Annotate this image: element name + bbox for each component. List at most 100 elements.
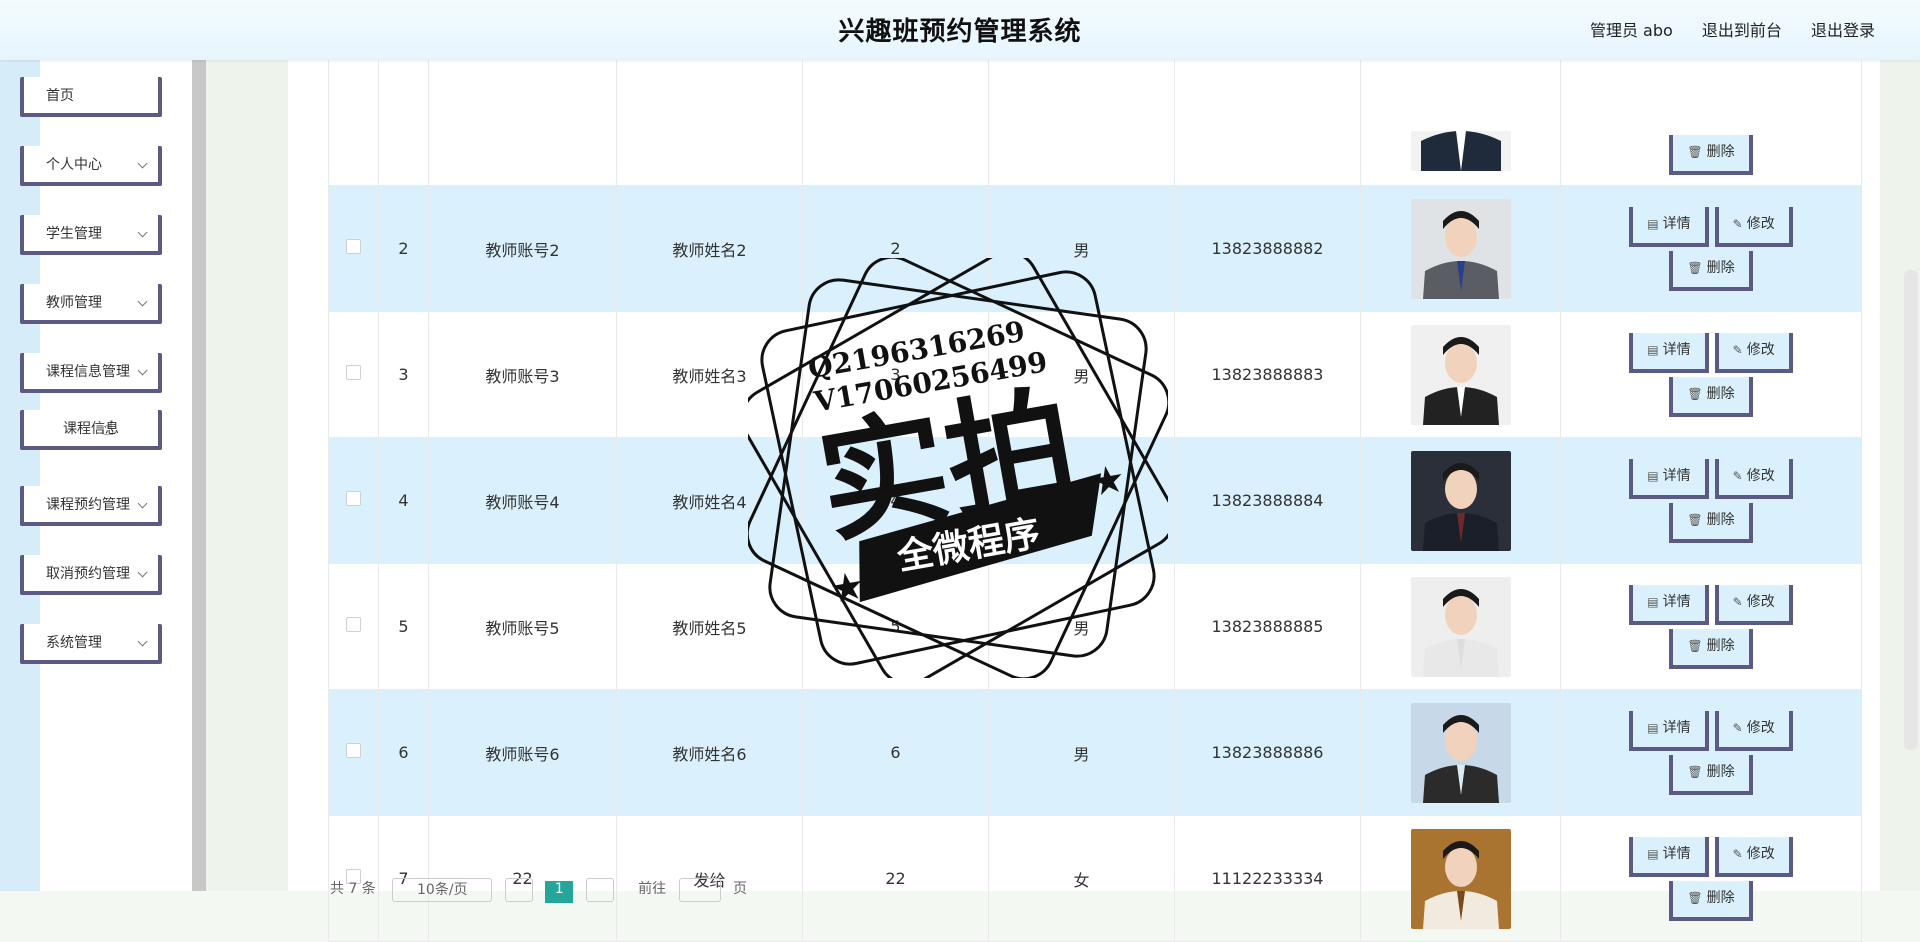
- row-checkbox[interactable]: [346, 365, 361, 380]
- sidebar-item-student-management[interactable]: 学生管理: [20, 215, 162, 255]
- header-links: 管理员 abo 退出到前台 退出登录: [1566, 0, 1875, 60]
- delete-button[interactable]: 🗑 删除: [1669, 135, 1753, 175]
- edit-button[interactable]: ✎ 修改: [1714, 332, 1793, 373]
- name-cell: 教师姓名4: [616, 437, 803, 564]
- detail-label: 详情: [1662, 467, 1691, 484]
- photo-cell: [1360, 311, 1561, 438]
- sidebar-item-system-management[interactable]: 系统管理: [20, 624, 162, 664]
- phone-cell: 13823888883: [1174, 311, 1361, 438]
- edit-button[interactable]: ✎ 修改: [1714, 710, 1793, 751]
- logout-link[interactable]: 退出登录: [1811, 21, 1875, 40]
- sidebar-item-course-booking-management[interactable]: 课程预约管理: [20, 486, 162, 526]
- page-1-button[interactable]: 1: [545, 881, 574, 903]
- teacher-photo: [1410, 198, 1511, 299]
- row-select-cell: [328, 185, 379, 312]
- row-select-cell: [328, 689, 379, 816]
- edit-label: 修改: [1746, 593, 1775, 610]
- chevron-down-icon: [137, 365, 148, 376]
- teacher-photo: [1410, 576, 1511, 677]
- trash-icon: 🗑: [1687, 260, 1703, 275]
- table-panel: 🗑 删除 2 教师账号2 教师姓名2 2 男 13823888882 ▤ 详情 ✎ 修改 🗑 删除 3 教师…: [288, 46, 1880, 942]
- sidebar-item-teacher-management[interactable]: 教师管理: [20, 284, 162, 324]
- table-cell: [988, 46, 1175, 186]
- table-cell: [616, 46, 803, 186]
- detail-button[interactable]: ▤ 详情: [1629, 332, 1709, 373]
- delete-button[interactable]: 🗑 删除: [1669, 754, 1753, 795]
- table-cell: [1174, 46, 1361, 186]
- delete-button[interactable]: 🗑 删除: [1669, 628, 1753, 669]
- table-row: 4 教师账号4 教师姓名4 4 男 13823888884 ▤ 详情 ✎ 修改 🗑 删除: [328, 437, 1862, 564]
- trash-icon: 🗑: [1687, 764, 1703, 779]
- phone-cell: 13823888886: [1174, 689, 1361, 816]
- table-row: 5 教师账号5 教师姓名5 5 男 13823888885 ▤ 详情 ✎ 修改 🗑 删除: [328, 563, 1862, 690]
- prev-page-button[interactable]: [504, 878, 533, 902]
- detail-label: 详情: [1662, 719, 1691, 736]
- detail-label: 详情: [1662, 593, 1691, 610]
- back-to-front-link[interactable]: 退出到前台: [1702, 21, 1782, 40]
- teacher-table: 🗑 删除 2 教师账号2 教师姓名2 2 男 13823888882 ▤ 详情 ✎ 修改 🗑 删除 3 教师…: [328, 46, 1862, 942]
- account-cell: 教师账号5: [428, 563, 617, 690]
- sidebar-item-label: 取消预约管理: [46, 566, 130, 582]
- delete-button[interactable]: 🗑 删除: [1669, 376, 1753, 417]
- edit-button[interactable]: ✎ 修改: [1714, 458, 1793, 499]
- page-scrollbar[interactable]: [1904, 270, 1918, 750]
- row-checkbox[interactable]: [346, 491, 361, 506]
- page-size-select[interactable]: 10条/页: [392, 878, 493, 902]
- edit-button[interactable]: ✎ 修改: [1714, 584, 1793, 625]
- chevron-down-icon: [137, 227, 148, 238]
- index-cell: 4: [378, 437, 429, 564]
- table-cell: [1360, 46, 1561, 186]
- detail-button[interactable]: ▤ 详情: [1629, 710, 1709, 751]
- sidebar-subitem-course-info[interactable]: 课程信息: [20, 410, 162, 450]
- pencil-icon: ✎: [1732, 342, 1743, 357]
- actions-cell: ▤ 详情 ✎ 修改 🗑 删除: [1560, 437, 1862, 564]
- document-icon: ▤: [1647, 846, 1659, 861]
- account-cell: 教师账号6: [428, 689, 617, 816]
- sidebar-item-home[interactable]: 首页: [20, 77, 162, 117]
- gender-cell: 男: [988, 311, 1175, 438]
- actions-cell: ▤ 详情 ✎ 修改 🗑 删除: [1560, 815, 1862, 942]
- trash-icon: 🗑: [1687, 145, 1703, 159]
- chevron-down-icon: [137, 296, 148, 307]
- goto-page-input[interactable]: [678, 878, 721, 902]
- detail-button[interactable]: ▤ 详情: [1629, 206, 1709, 247]
- index-cell: 6: [378, 689, 429, 816]
- detail-button[interactable]: ▤ 详情: [1629, 584, 1709, 625]
- row-checkbox[interactable]: [346, 239, 361, 254]
- document-icon: ▤: [1647, 342, 1659, 357]
- name-cell: 教师姓名6: [616, 689, 803, 816]
- table-cell: 🗑 删除: [1560, 46, 1862, 186]
- pencil-icon: ✎: [1732, 846, 1743, 861]
- document-icon: ▤: [1647, 594, 1659, 609]
- gender-cell: 男: [988, 437, 1175, 564]
- pencil-icon: ✎: [1732, 216, 1743, 231]
- detail-button[interactable]: ▤ 详情: [1629, 458, 1709, 499]
- photo-cell: [1360, 689, 1561, 816]
- edit-button[interactable]: ✎ 修改: [1714, 206, 1793, 247]
- row-checkbox[interactable]: [346, 743, 361, 758]
- edit-label: 修改: [1746, 719, 1775, 736]
- sidebar-item-course-info-management[interactable]: 课程信息管理: [20, 353, 162, 393]
- trash-icon: 🗑: [1687, 386, 1703, 401]
- delete-button[interactable]: 🗑 删除: [1669, 502, 1753, 543]
- next-page-button[interactable]: [585, 878, 614, 902]
- name-cell: 教师姓名3: [616, 311, 803, 438]
- sidebar-item-cancel-booking-management[interactable]: 取消预约管理: [20, 555, 162, 595]
- delete-button[interactable]: 🗑 删除: [1669, 250, 1753, 291]
- top-header: 兴趣班预约管理系统 管理员 abo 退出到前台 退出登录: [0, 0, 1920, 60]
- delete-button[interactable]: 🗑 删除: [1669, 880, 1753, 921]
- phone-cell: 13823888885: [1174, 563, 1361, 690]
- actions-cell: ▤ 详情 ✎ 修改 🗑 删除: [1560, 311, 1862, 438]
- index-cell: 5: [378, 563, 429, 690]
- row-checkbox[interactable]: [346, 617, 361, 632]
- sidebar-scrollbar[interactable]: [192, 60, 206, 891]
- row-select-cell: [328, 563, 379, 690]
- sidebar-item-personal-center[interactable]: 个人中心: [20, 146, 162, 186]
- edit-button[interactable]: ✎ 修改: [1714, 836, 1793, 877]
- detail-button[interactable]: ▤ 详情: [1629, 836, 1709, 877]
- pencil-icon: ✎: [1732, 468, 1743, 483]
- photo-cell: [1360, 815, 1561, 942]
- row-select-cell: [328, 437, 379, 564]
- teacher-photo: [1410, 131, 1511, 171]
- delete-label: 删除: [1706, 511, 1735, 528]
